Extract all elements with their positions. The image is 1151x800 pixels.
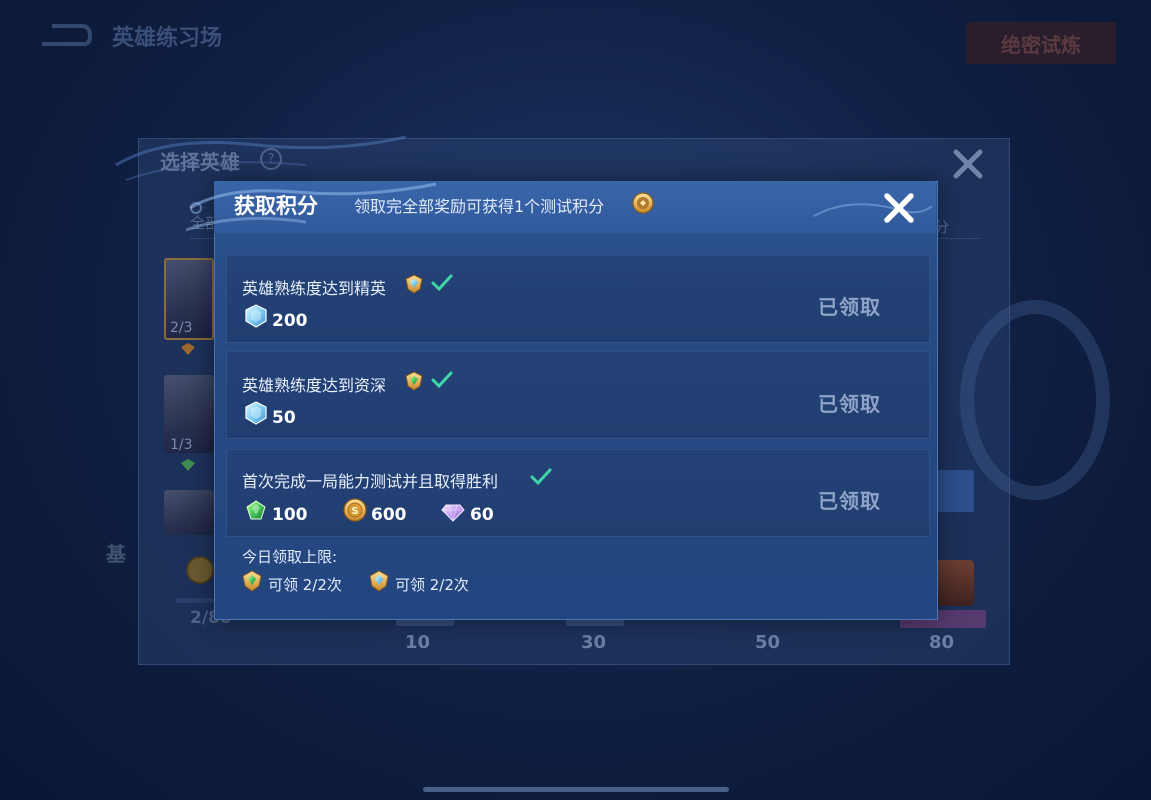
radar-ring-ornament xyxy=(960,300,1110,500)
check-icon xyxy=(431,274,453,292)
task-title: 首次完成一局能力测试并且取得胜利 xyxy=(242,472,499,491)
hero-card[interactable] xyxy=(164,490,214,535)
back-arrow-icon[interactable] xyxy=(38,24,92,46)
reward-value: 100 xyxy=(272,505,308,525)
purple-diamond-icon xyxy=(441,504,465,522)
reward-value: 60 xyxy=(470,505,494,525)
task-title: 英雄熟练度达到资深 xyxy=(242,376,387,395)
gold-coin-icon: S xyxy=(343,498,367,522)
milestone-10: 10 xyxy=(405,632,431,653)
test-score-icon xyxy=(632,192,654,214)
senior-rank-icon xyxy=(405,371,423,391)
claimed-status: 已领取 xyxy=(818,489,881,513)
help-icon[interactable]: ? xyxy=(260,148,282,170)
senior-rank-icon xyxy=(242,570,262,592)
elite-rank-icon xyxy=(181,343,195,355)
secret-trial-button[interactable]: 绝密试炼 xyxy=(966,22,1116,64)
hero-mastery-count: 1/3 xyxy=(170,437,193,453)
side-label: 基 xyxy=(106,542,126,566)
task-title: 英雄熟练度达到精英 xyxy=(242,279,387,298)
crystal-icon xyxy=(245,304,267,328)
milestone-30: 30 xyxy=(581,632,607,653)
dialog-subtitle: 领取完全部奖励可获得1个测试积分 xyxy=(354,197,605,216)
panel-title: 选择英雄 xyxy=(160,150,240,174)
elite-rank-icon xyxy=(369,570,389,592)
home-indicator[interactable] xyxy=(423,787,729,792)
check-icon xyxy=(431,371,453,389)
senior-rank-icon xyxy=(181,459,195,471)
page-title: 英雄练习场 xyxy=(112,26,223,51)
close-icon[interactable] xyxy=(950,146,986,182)
score-coin-icon xyxy=(186,556,214,584)
daily-limit-label: 今日领取上限: xyxy=(242,548,338,566)
reward-value: 50 xyxy=(272,408,296,428)
reward-value: 200 xyxy=(272,311,308,331)
daily-limit-text: 可领 2/2次 xyxy=(395,576,469,594)
daily-limit-text: 可领 2/2次 xyxy=(268,576,342,594)
close-icon[interactable] xyxy=(880,189,918,227)
svg-text:S: S xyxy=(351,506,358,517)
claimed-status: 已领取 xyxy=(818,295,881,319)
green-gem-icon xyxy=(246,500,266,520)
milestone-50: 50 xyxy=(755,632,781,653)
milestone-80: 80 xyxy=(929,632,955,653)
claimed-status: 已领取 xyxy=(818,392,881,416)
reward-value: 600 xyxy=(371,505,407,525)
hero-mastery-count: 2/3 xyxy=(170,320,193,336)
elite-rank-icon xyxy=(405,274,423,294)
dialog-title: 获取积分 xyxy=(234,194,318,218)
check-icon xyxy=(530,468,552,486)
crystal-icon xyxy=(245,401,267,425)
